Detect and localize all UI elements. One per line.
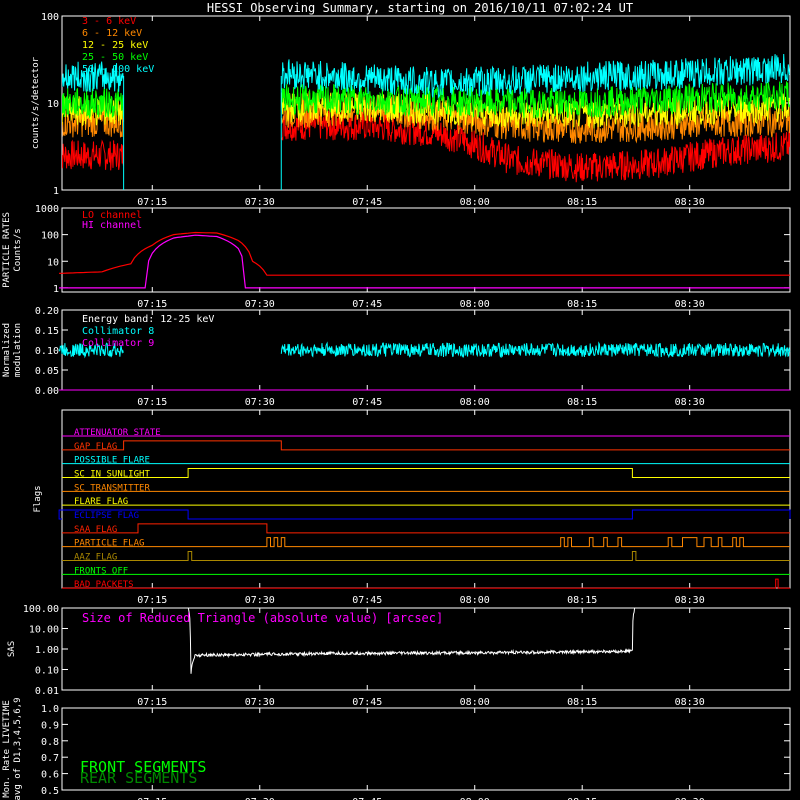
count-rates-xtick-label: 08:30: [675, 197, 705, 208]
flag-label-10: FRONTS OFF: [74, 566, 128, 576]
flags-xtick-label: 08:00: [460, 595, 490, 606]
modulation-ylabel: Normalized: [2, 323, 12, 377]
flags-xtick-label: 07:45: [352, 595, 382, 606]
sas-xtick-label: 07:45: [352, 697, 382, 708]
livetime-ytick-label: 0.5: [41, 786, 59, 797]
modulation-ytick-label: 0.15: [35, 326, 59, 337]
particle-rates-xtick-label: 08:00: [460, 299, 490, 310]
particle-legend-1: HI channel: [82, 220, 142, 231]
sas-ytick-label: 0.10: [35, 666, 59, 677]
plot-title: HESSI Observing Summary, starting on 201…: [207, 1, 633, 15]
flag-label-3: SC IN SUNLIGHT: [74, 470, 150, 480]
particle-rates-ytick-label: 1000: [35, 204, 59, 215]
particle-rates-ytick-label: 1: [53, 284, 59, 295]
particle-rates-ytick-label: 100: [41, 231, 59, 242]
sas-annotation: Size of Reduced Triangle (absolute value…: [82, 611, 443, 625]
livetime-ytick-label: 0.8: [41, 737, 59, 748]
flag-label-5: FLARE FLAG: [74, 497, 128, 507]
modulation-ytick-label: 0.05: [35, 366, 59, 377]
flags-xtick-label: 07:15: [137, 595, 167, 606]
count-rates-xtick-label: 07:45: [352, 197, 382, 208]
livetime-legend-1: REAR SEGMENTS: [80, 769, 197, 787]
legend-1: 6 - 12 keV: [82, 28, 142, 39]
sas-xtick-label: 07:30: [245, 697, 275, 708]
particle-rates-xtick-label: 07:15: [137, 299, 167, 310]
flags-ylabel: Flags: [33, 485, 43, 512]
flag-label-6: ECLIPSE FLAG: [74, 511, 139, 521]
sas-xtick-label: 08:15: [567, 697, 597, 708]
modulation-legend-0: Collimator 8: [82, 326, 154, 337]
flag-label-0: ATTENUATOR STATE: [74, 428, 161, 438]
modulation-ytick-label: 0.00: [35, 386, 59, 397]
modulation-ytick-label: 0.20: [35, 306, 59, 317]
sas-ytick-label: 0.01: [35, 686, 59, 697]
sas-xtick-label: 08:00: [460, 697, 490, 708]
legend-0: 3 - 6 keV: [82, 16, 136, 27]
modulation-xtick-label: 07:30: [245, 397, 275, 408]
sas-ytick-label: 1.00: [35, 645, 59, 656]
particle-rates-ylabel: PARTICLE RATES: [2, 212, 12, 288]
modulation-xtick-label: 08:30: [675, 397, 705, 408]
particle-rates-ytick-label: 10: [47, 257, 59, 268]
count-rates-ylabel: counts/s/detector: [31, 56, 41, 149]
modulation-annotation: Energy band: 12-25 keV: [82, 314, 214, 325]
flag-label-4: SC TRANSMITTER: [74, 483, 150, 493]
flag-label-7: SAA FLAG: [74, 525, 117, 535]
legend-4: 50 - 100 keV: [82, 64, 154, 75]
modulation-legend-1: Collimator 9: [82, 338, 154, 349]
sas-ylabel: SAS: [7, 641, 17, 657]
particle-rates-xtick-label: 08:30: [675, 299, 705, 310]
legend-2: 12 - 25 keV: [82, 40, 148, 51]
particle-rates-xtick-label: 07:45: [352, 299, 382, 310]
particle-rates-xtick-label: 07:30: [245, 299, 275, 310]
livetime-ylabel: Mon. Rate LIVETIME: [2, 700, 12, 798]
livetime-ytick-label: 0.7: [41, 753, 59, 764]
legend-3: 25 - 50 keV: [82, 52, 148, 63]
livetime-ytick-label: 0.6: [41, 770, 59, 781]
particle-rates-ylabel: Counts/s: [13, 228, 23, 271]
modulation-xtick-label: 08:15: [567, 397, 597, 408]
flag-label-1: GAP FLAG: [74, 442, 117, 452]
modulation-xtick-label: 07:45: [352, 397, 382, 408]
count-rates-ytick-label: 10: [47, 99, 59, 110]
flags-xtick-label: 08:30: [675, 595, 705, 606]
count-rates-ytick-label: 1: [53, 186, 59, 197]
flag-label-9: AAZ FLAG: [74, 553, 117, 563]
count-rates-xtick-label: 08:15: [567, 197, 597, 208]
count-rates-ytick-label: 100: [41, 12, 59, 23]
hessi-summary-plot: HESSI Observing Summary, starting on 201…: [0, 0, 800, 800]
modulation-xtick-label: 08:00: [460, 397, 490, 408]
sas-ytick-label: 100.00: [23, 604, 59, 615]
livetime-ylabel: avg of D1,3,4,5,6,9: [13, 698, 23, 800]
flag-label-8: PARTICLE FLAG: [74, 539, 144, 549]
modulation-ylabel: modulation: [13, 323, 23, 377]
sas-xtick-label: 07:15: [137, 697, 167, 708]
modulation-ytick-label: 0.10: [35, 346, 59, 357]
livetime-ytick-label: 0.9: [41, 720, 59, 731]
count-rates-xtick-label: 07:15: [137, 197, 167, 208]
count-rates-xtick-label: 07:30: [245, 197, 275, 208]
sas-xtick-label: 08:30: [675, 697, 705, 708]
modulation-xtick-label: 07:15: [137, 397, 167, 408]
flags-xtick-label: 07:30: [245, 595, 275, 606]
flag-label-2: POSSIBLE FLARE: [74, 456, 150, 466]
flags-xtick-label: 08:15: [567, 595, 597, 606]
livetime-ytick-label: 1.0: [41, 704, 59, 715]
particle-rates-xtick-label: 08:15: [567, 299, 597, 310]
sas-ytick-label: 10.00: [29, 625, 59, 636]
count-rates-xtick-label: 08:00: [460, 197, 490, 208]
flag-label-11: BAD PACKETS: [74, 580, 134, 590]
